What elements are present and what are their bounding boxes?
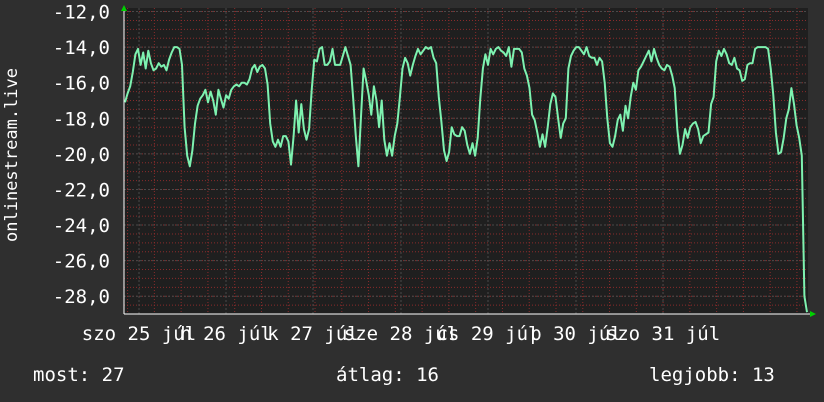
x-tick-label: szo 25 júl: [82, 323, 196, 345]
x-axis-arrow: [810, 311, 816, 317]
y-axis-ticks: -12,0 -14,0 -16,0 -18,0 -20,0 -22,0 -24,0 -26,0…: [53, 2, 110, 309]
y-tick-label: -14,0: [53, 37, 110, 59]
y-tick-label: -26,0: [53, 251, 110, 273]
stat-average: átlag: 16: [336, 364, 439, 386]
y-tick-label: -24,0: [53, 215, 110, 237]
x-tick-label: szo 31 júl: [606, 323, 720, 345]
y-tick-label: -12,0: [53, 2, 110, 24]
x-tick-label: cs 29 júl: [437, 323, 540, 345]
y-tick-label: -16,0: [53, 73, 110, 95]
x-tick-label: h 26 júl: [180, 323, 272, 345]
stat-best: legjobb: 13: [649, 364, 775, 386]
plot-area: [124, 8, 808, 314]
line-chart: -12,0 -14,0 -16,0 -18,0 -20,0 -22,0 -24,0 -26,0…: [53, 2, 816, 345]
y-tick-label: -22,0: [53, 179, 110, 201]
stat-now: most: 27: [33, 364, 125, 386]
y-tick-label: -18,0: [53, 108, 110, 130]
x-axis-ticks: szo 25 júlh 26 júlk 27 júlsze 28 júlcs 2…: [82, 323, 720, 345]
y-axis-label: onlinestream.live: [2, 68, 22, 242]
y-tick-label: -28,0: [53, 286, 110, 308]
y-tick-label: -20,0: [53, 144, 110, 166]
